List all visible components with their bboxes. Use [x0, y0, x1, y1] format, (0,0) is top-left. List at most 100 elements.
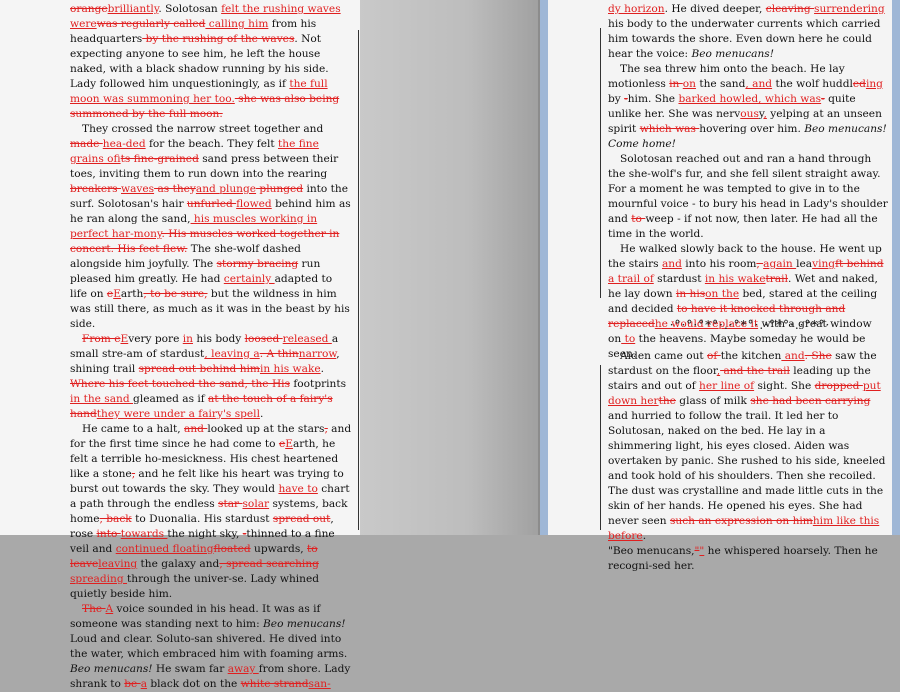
- text-run: the galaxy and: [137, 558, 220, 570]
- tracked-insertion: and plunge: [195, 183, 257, 195]
- tracked-insertion: brilliantly: [107, 3, 159, 15]
- text-run: for the beach. They felt: [145, 138, 278, 150]
- paragraph: dy horizon. He dived deeper, cleaving su…: [608, 2, 888, 62]
- tracked-deletion: Where his feet touched the sand, the His: [70, 378, 291, 390]
- tracked-deletion: , to be sure,: [143, 288, 208, 300]
- text-run: sight. She: [754, 380, 815, 392]
- tracked-insertion: have to: [278, 483, 318, 495]
- text-run: very pore: [128, 333, 183, 345]
- tracked-insertion: , and: [745, 78, 773, 90]
- right-edge-strip: [892, 0, 900, 535]
- tracked-insertion: surrendering: [814, 3, 885, 15]
- tracked-insertion: calling him: [205, 18, 269, 30]
- text-run: .: [642, 530, 647, 542]
- paragraph: He walked slowly back to the house. He w…: [608, 242, 888, 362]
- change-bar-right-bottom: [600, 365, 601, 530]
- tracked-insertion: barked howled, which was: [678, 93, 822, 105]
- text-run: .: [320, 363, 325, 375]
- tracked-deletion: floated: [213, 543, 251, 555]
- text-run: Beo menucans!: [70, 663, 153, 675]
- text-run: the wolf huddl: [772, 78, 853, 90]
- tracked-deletion: and: [184, 423, 208, 435]
- text-run: Aiden came out: [620, 350, 708, 362]
- paragraph: Solotosan reached out and ran a hand thr…: [608, 152, 888, 242]
- scene-break-ornament: ·°·°·°*°·.·°*°·.·°*°·.·°*°·: [669, 318, 831, 332]
- tracked-deletion: the: [658, 395, 676, 407]
- text-run: footprints: [290, 378, 347, 390]
- tracked-insertion: E: [113, 288, 121, 300]
- tracked-deletion: made: [70, 138, 103, 150]
- text-run: . Solotosan: [158, 3, 222, 15]
- text-run: . He dived deeper,: [664, 3, 766, 15]
- tracked-deletion: orange: [70, 3, 108, 15]
- tracked-deletion: into: [96, 528, 121, 540]
- tracked-deletion: ft behind: [835, 258, 884, 270]
- right-page-text[interactable]: dy horizon. He dived deeper, cleaving su…: [608, 2, 888, 362]
- tracked-insertion: ous: [740, 108, 759, 120]
- tracked-deletion: and the trail: [720, 365, 790, 377]
- tracked-deletion: by the rushing of the waves: [142, 33, 295, 45]
- tracked-insertion: away: [227, 663, 259, 675]
- tracked-deletion: searching: [266, 558, 319, 570]
- tracked-insertion: flowed: [236, 198, 272, 210]
- tracked-deletion: . A thin: [259, 348, 299, 360]
- tracked-insertion: towards: [120, 528, 168, 540]
- right-page-text-continued[interactable]: Aiden came out of the kitchen and. She s…: [608, 349, 888, 574]
- text-run: upwards,: [250, 543, 307, 555]
- change-bar-right-top: [600, 28, 601, 298]
- left-page-text[interactable]: orangebrilliantly. Solotosan felt the ru…: [70, 2, 352, 692]
- tracked-deletion: The: [82, 603, 106, 615]
- tracked-deletion: be: [124, 678, 141, 690]
- text-run: him. She: [627, 93, 679, 105]
- tracked-insertion: to: [621, 333, 636, 345]
- text-run: Beo menucans!: [691, 48, 774, 60]
- paragraph: "Beo menucans,"" he whispered hoarsely. …: [608, 544, 888, 574]
- text-run: .: [259, 408, 264, 420]
- text-run: Loud and clear. Soluto-san shivered. He …: [70, 633, 348, 660]
- tracked-insertion: spreading: [70, 573, 128, 585]
- text-run: "Beo menucans,: [608, 545, 695, 557]
- tracked-deletion: stormy bracing: [216, 258, 299, 270]
- text-run: They crossed the narrow street together …: [82, 123, 324, 135]
- tracked-insertion: in his wake: [704, 273, 766, 285]
- tracked-insertion: dy horizon: [608, 3, 665, 15]
- tracked-insertion: on the: [705, 288, 740, 300]
- tracked-insertion: certainly: [223, 273, 275, 285]
- text-run: his body: [192, 333, 245, 345]
- tracked-deletion: ed: [852, 78, 866, 90]
- tracked-insertion: and: [781, 350, 805, 362]
- tracked-insertion: san-: [308, 678, 331, 690]
- tracked-insertion: again: [763, 258, 797, 270]
- text-run: weep - if not now, then later. He had al…: [608, 213, 878, 240]
- tracked-deletion: which was: [639, 123, 700, 135]
- tracked-insertion: a trail of: [608, 273, 654, 285]
- text-run: He swam far: [152, 663, 228, 675]
- text-run: stardust: [653, 273, 705, 285]
- tracked-insertion: E: [285, 438, 293, 450]
- tracked-insertion: released: [282, 333, 332, 345]
- tracked-insertion: in: [182, 333, 193, 345]
- tracked-deletion: trail: [765, 273, 788, 285]
- tracked-insertion: A: [105, 603, 114, 615]
- tracked-deletion: as they: [154, 183, 196, 195]
- tracked-insertion: in the sand: [70, 393, 134, 405]
- tracked-deletion: unfurled: [186, 198, 237, 210]
- tracked-insertion: hea-ded: [102, 138, 146, 150]
- tracked-insertion: ing: [865, 78, 883, 90]
- tracked-deletion: of: [707, 350, 721, 362]
- tracked-insertion: continued floating: [115, 543, 214, 555]
- tracked-insertion: ving: [812, 258, 836, 270]
- text-run: and hurried to follow the trail. It led …: [608, 410, 886, 527]
- paragraph: orangebrilliantly. Solotosan felt the ru…: [70, 2, 352, 122]
- text-run: Beo menucans!: [263, 618, 346, 630]
- tracked-insertion: narrow: [298, 348, 337, 360]
- tracked-insertion: and: [661, 258, 682, 270]
- tracked-insertion: leaving: [98, 558, 138, 570]
- tracked-deletion: , spread: [219, 558, 267, 570]
- tracked-insertion: waves: [121, 183, 155, 195]
- tracked-deletion: such an expression on him: [669, 515, 813, 527]
- tracked-insertion: solar: [242, 498, 270, 510]
- tracked-deletion: cleaving: [765, 3, 815, 15]
- left-edge-strip: [540, 0, 548, 535]
- tracked-deletion: From e: [82, 333, 121, 345]
